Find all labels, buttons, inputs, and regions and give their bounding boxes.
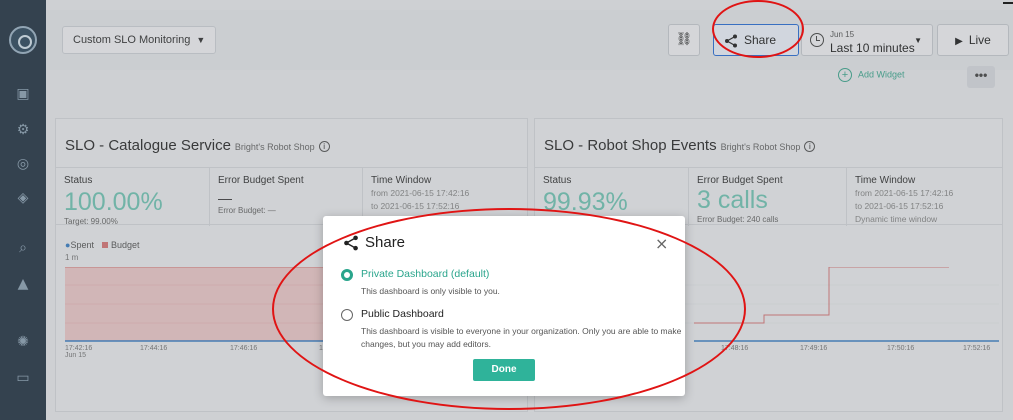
annotation-ellipse-dialog [272, 208, 746, 410]
annotation-ellipse-share [712, 0, 804, 58]
edge-mark [1003, 0, 1013, 4]
